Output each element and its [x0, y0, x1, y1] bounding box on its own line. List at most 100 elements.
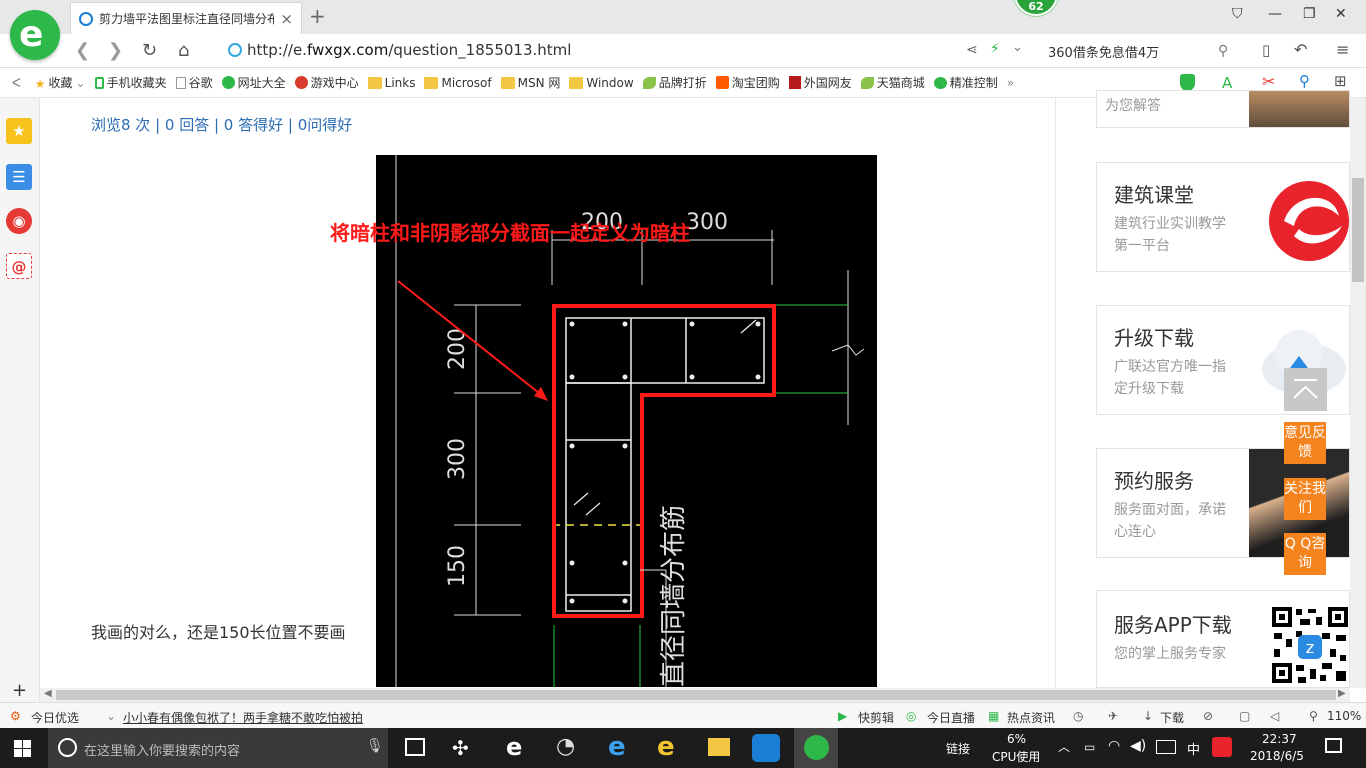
tab-close-icon[interactable]: ×: [280, 10, 293, 28]
email-icon[interactable]: @: [6, 253, 32, 279]
bookmark-item[interactable]: 外国网友: [788, 74, 852, 91]
clock-time[interactable]: 22:37: [1262, 732, 1297, 746]
back-icon[interactable]: ❮: [75, 40, 90, 61]
ie-app-icon[interactable]: e: [657, 732, 675, 762]
search-input[interactable]: 360借条免息借4万: [1040, 38, 1240, 64]
undo-icon[interactable]: ↶: [1294, 40, 1307, 59]
shield-icon[interactable]: [1180, 74, 1195, 91]
card-answer[interactable]: 为您解答: [1096, 90, 1350, 128]
bookmark-item[interactable]: Microsof: [424, 76, 492, 90]
more-bookmarks-icon[interactable]: »: [1007, 76, 1014, 90]
keyboard-icon[interactable]: [1156, 740, 1176, 754]
bookmark-item[interactable]: Window: [569, 76, 634, 90]
bookmark-item[interactable]: 品牌打折: [642, 74, 707, 91]
window-icon[interactable]: ▢: [1239, 709, 1250, 723]
scroll-right-icon[interactable]: ▶: [1338, 688, 1346, 699]
tab-active[interactable]: 剪力墙平法图里标注直径同墙分布 ×: [70, 2, 302, 34]
mute-icon[interactable]: ◁: [1270, 709, 1279, 723]
zoom-level[interactable]: 110%: [1327, 709, 1361, 723]
url-text[interactable]: http://e.fwxgx.com/question_1855013.html: [247, 41, 571, 59]
wifi-icon[interactable]: ◠: [1108, 738, 1120, 754]
speed-icon[interactable]: ⚡: [990, 41, 1000, 57]
edge-app-icon[interactable]: e: [608, 732, 626, 762]
home-icon[interactable]: ⌂: [178, 40, 189, 61]
file-explorer-icon[interactable]: [708, 738, 730, 756]
clock-date[interactable]: 2018/6/5: [1250, 749, 1304, 763]
card-app-download[interactable]: 服务APP下载 您的掌上服务专家 z: [1096, 590, 1350, 688]
windows-taskbar: 在这里输入你要搜索的内容 🎙 ✣ e ◔ e e 链接 6% CPU使用 ︿ ▭…: [0, 728, 1366, 768]
tab-title: 剪力墙平法图里标注直径同墙分布: [99, 12, 275, 26]
battery-icon[interactable]: ▭: [1084, 740, 1095, 754]
apps-grid-icon[interactable]: ⊞: [1334, 72, 1347, 90]
browser-logo-icon[interactable]: e: [10, 10, 60, 60]
bookmark-item[interactable]: 网址大全: [221, 74, 286, 91]
tools-icon[interactable]: ✈: [1108, 709, 1118, 723]
card-title: 服务APP下载: [1114, 613, 1232, 637]
chevron-down-icon[interactable]: ⌄: [1012, 40, 1023, 55]
zoom-icon[interactable]: ⚲: [1299, 72, 1310, 90]
share-icon[interactable]: ⋖: [966, 42, 978, 58]
bookmark-item[interactable]: 精准控制: [933, 74, 998, 91]
page-icon: [175, 76, 186, 89]
favorites-star-icon[interactable]: ★: [6, 118, 32, 144]
speed-dial-icon[interactable]: ◷: [1073, 709, 1083, 723]
feedback-button[interactable]: 意见反馈: [1284, 422, 1326, 464]
sidebar-add-icon[interactable]: +: [12, 680, 27, 701]
scroll-left-icon[interactable]: ◀: [44, 688, 52, 699]
weibo-icon[interactable]: ◉: [6, 208, 32, 234]
browser-e-app-icon[interactable]: e: [506, 733, 522, 761]
refresh-icon[interactable]: ↻: [142, 40, 157, 61]
pinwheel-app-icon[interactable]: ✣: [452, 736, 469, 760]
360-browser-taskbar-icon: [804, 735, 829, 760]
volume-icon[interactable]: ◀): [1130, 738, 1146, 754]
chevron-up-icon[interactable]: ︿: [1058, 738, 1070, 755]
reading-list-icon[interactable]: ☰: [6, 164, 32, 190]
horizontal-scroll-thumb[interactable]: [56, 690, 1336, 700]
download-link[interactable]: 下载: [1160, 709, 1184, 726]
bookmark-item[interactable]: 手机收藏夹: [94, 74, 167, 91]
ime-indicator[interactable]: 中: [1187, 739, 1200, 758]
skin-icon[interactable]: ⛉: [1232, 6, 1243, 22]
live-link[interactable]: 今日直播: [927, 709, 975, 726]
bookmark-item[interactable]: 游戏中心: [294, 74, 359, 91]
notification-center-icon[interactable]: [1325, 738, 1342, 753]
microphone-icon[interactable]: 🎙: [366, 738, 384, 754]
new-tab-button[interactable]: +: [309, 4, 326, 28]
task-view-icon[interactable]: [405, 738, 425, 756]
close-window-button[interactable]: ✕: [1335, 6, 1347, 22]
bookmark-item[interactable]: 淘宝团购: [715, 74, 780, 91]
bookmark-item[interactable]: Links: [367, 76, 415, 90]
news-ticker-link[interactable]: 小小春有偶像包袱了！两手拿糖不敢吃怕被拍: [123, 709, 363, 726]
maximize-button[interactable]: ❐: [1303, 6, 1316, 22]
scissors-icon[interactable]: ✂: [1262, 72, 1275, 91]
follow-us-button[interactable]: 关注我们: [1284, 478, 1326, 520]
bookmark-item[interactable]: ★ 收藏 ⌄: [35, 74, 86, 91]
device-icon[interactable]: ▯: [1262, 41, 1270, 59]
qq-consult-button[interactable]: Q Q咨询: [1284, 533, 1326, 575]
menu-icon[interactable]: ≡: [1336, 40, 1349, 59]
zoom-icon[interactable]: ⚲: [1309, 709, 1318, 723]
bookmark-item[interactable]: MSN 网: [500, 74, 560, 91]
swirl-app-icon[interactable]: ◔: [556, 734, 575, 759]
chevron-down-icon[interactable]: ⌄: [106, 709, 116, 723]
glodon-app-icon[interactable]: [752, 734, 780, 762]
minimize-button[interactable]: —: [1268, 6, 1282, 22]
back-to-top-button[interactable]: [1284, 368, 1327, 411]
search-icon[interactable]: ⚲: [1218, 43, 1228, 59]
sidebar-toggle-icon[interactable]: ᐸ: [12, 76, 21, 90]
kuaijian-link[interactable]: 快剪辑: [858, 709, 894, 726]
today-pick-link[interactable]: 今日优选: [31, 709, 79, 726]
taskbar-link[interactable]: 链接: [946, 740, 970, 757]
vertical-scroll-thumb[interactable]: [1352, 178, 1364, 282]
card-classroom[interactable]: 建筑课堂 建筑行业实训教学第一平台: [1096, 162, 1350, 272]
clean-icon[interactable]: ⊘: [1203, 709, 1213, 723]
bookmark-item[interactable]: 谷歌: [175, 74, 213, 91]
sogou-icon[interactable]: [1212, 737, 1232, 757]
taskbar-search-placeholder: 在这里输入你要搜索的内容: [84, 744, 241, 759]
hot-news-link[interactable]: 热点资讯: [1007, 709, 1055, 726]
bookmark-item[interactable]: 天猫商城: [860, 74, 925, 91]
dim-top-2: 300: [686, 210, 728, 235]
news-icon: ▦: [988, 709, 1000, 723]
forward-icon[interactable]: ❯: [108, 40, 123, 61]
windows-start-icon[interactable]: [14, 740, 31, 757]
